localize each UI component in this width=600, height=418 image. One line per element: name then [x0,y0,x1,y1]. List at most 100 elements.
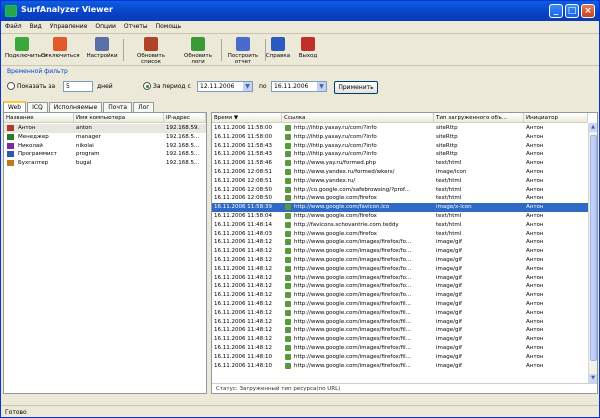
toolbar-button-0[interactable]: Подключиться [5,37,47,65]
from-date-picker[interactable]: 12.11.2006 ▼ [197,81,253,92]
log-cell: http://www.google.com/firefox [294,213,377,219]
browser-icon [285,257,291,263]
log-row[interactable]: 16.11.2006 11:48:12 http://www.google.com… [212,247,588,256]
menu-item-5[interactable]: Помощь [152,21,186,32]
log-cell: http://www.google.com/images/firefox/fil… [294,318,411,325]
apply-button[interactable]: Применить [334,81,378,94]
users-col-ip[interactable]: IP-адрес [164,113,206,123]
log-cell: Антон [526,221,544,228]
log-cell: 16.11.2006 12:08:50 [214,195,272,202]
log-row[interactable]: 16.11.2006 12:08:50 http://www.google.com… [212,194,588,203]
log-row[interactable]: 16.11.2006 12:08:51 http://www.yandex.ru/… [212,177,588,186]
log-row[interactable]: 16.11.2006 11:58:00 http://ihtip.yaxay.ru… [212,124,588,133]
refresh-list-icon [144,37,158,51]
log-row[interactable]: 16.11.2006 11:48:12 http://www.google.com… [212,344,588,353]
log-row[interactable]: 16.11.2006 11:48:12 http://www.google.com… [212,256,588,265]
log-row[interactable]: 16.11.2006 11:58:04 http://www.google.com… [212,212,588,221]
scroll-thumb[interactable] [590,135,597,361]
log-row[interactable]: 16.11.2006 12:08:50 http://co.google.com/… [212,186,588,195]
log-row[interactable]: 16.11.2006 11:48:12 http://www.google.com… [212,291,588,300]
log-col-initiator[interactable]: Инициатор [524,113,588,123]
log-row[interactable]: 16.11.2006 11:48:12 http://www.google.com… [212,238,588,247]
users-header: Название Имя компьютера IP-адрес [4,113,206,123]
log-row[interactable]: 16.11.2006 11:48:12 http://www.google.com… [212,265,588,274]
log-cell: siteRttp [436,133,458,140]
log-row[interactable]: 16.11.2006 12:08:51 http://www.yandex.ru/… [212,168,588,177]
days-spinner[interactable]: 5 [63,81,93,92]
browser-icon [285,177,291,184]
status-bar: Готово [1,405,599,417]
toolbar-button-6[interactable]: Справка [265,37,291,65]
log-cell: Антон [526,318,544,325]
user-row[interactable]: Программист program 192.168.5... [4,150,206,159]
browser-icon [285,213,291,219]
user-cell: 192.168.5... [166,142,200,149]
log-row[interactable]: 16.11.2006 11:48:10 http://www.google.com… [212,362,588,371]
log-cell: text/html [436,221,462,228]
log-cell: siteRttp [436,125,458,131]
user-row[interactable]: Николай nikolai 192.168.5... [4,142,206,151]
menu-item-3[interactable]: Опции [91,21,120,32]
user-cell: Программист [18,151,57,158]
period-radio[interactable] [143,82,151,90]
toolbar-label-2: Настройки [86,53,118,59]
menu-item-4[interactable]: Отчеты [120,21,152,32]
log-cell: http://www.google.com/favicon.ico [294,204,390,211]
maximize-button[interactable]: □ [565,4,579,18]
toolbar-button-3[interactable]: Обновить список [129,37,173,65]
log-row[interactable]: 16.11.2006 11:58:43 http://ihtip.yaxay.ru… [212,150,588,159]
toolbar-button-4[interactable]: Обновить логи [177,37,219,65]
menu-item-0[interactable]: Файл [1,21,26,32]
log-row[interactable]: 16.11.2006 11:58:39 http://www.google.com… [212,203,588,212]
log-row[interactable]: 16.11.2006 11:48:12 http://www.google.com… [212,326,588,335]
show-last-radio[interactable] [7,82,15,90]
browser-icon [285,239,291,246]
log-row[interactable]: 16.11.2006 11:48:12 http://www.google.com… [212,335,588,344]
log-row[interactable]: 16.11.2006 11:48:03 http://www.google.com… [212,230,588,239]
browser-icon [285,195,291,202]
user-cell: 192.168.59. [166,125,200,131]
to-date-picker[interactable]: 16.11.2006 ▼ [271,81,327,92]
minimize-button[interactable]: _ [549,4,563,18]
log-row[interactable]: 16.11.2006 11:58:46 http://www.yay.ru/for… [212,159,588,168]
log-row[interactable]: 16.11.2006 11:58:43 http://ihtip.yaxay.ru… [212,142,588,151]
log-row[interactable]: 16.11.2006 11:48:12 http://www.google.com… [212,309,588,318]
log-cell: 16.11.2006 11:48:12 [214,336,272,343]
log-row[interactable]: 16.11.2006 11:48:12 http://www.google.com… [212,318,588,327]
title-bar[interactable]: SurfAnalyzer Viewer _ □ × [1,1,599,21]
log-detail: Статус: Загруженный тип ресурса(по URL) [212,383,597,393]
log-col-url[interactable]: Ссылка [282,113,434,123]
log-row[interactable]: 16.11.2006 11:58:00 http://ihtip.yaxay.ru… [212,133,588,142]
log-cell: image/gif [436,248,462,255]
tab-0[interactable]: Web [3,101,27,112]
toolbar-button-1[interactable]: Отключиться [41,37,80,65]
close-button[interactable]: × [581,4,595,18]
scroll-down-icon[interactable]: ▼ [589,374,597,383]
user-row[interactable]: Антон anton 192.168.59. [4,124,206,133]
toolbar-button-2[interactable]: Настройки [83,37,121,65]
menu-item-1[interactable]: Вид [26,21,46,32]
user-row[interactable]: Бухгалтер bugal 192.168.5... [4,159,206,168]
log-col-time[interactable]: Время ▼ [212,113,282,123]
log-cell: text/html [436,230,462,237]
log-cell: http://www.google.com/images/firefox/fo.… [294,248,412,255]
log-cell: 16.11.2006 12:08:51 [214,177,272,184]
log-row[interactable]: 16.11.2006 11:48:12 http://www.google.com… [212,300,588,309]
log-scrollbar[interactable]: ▲ ▼ [588,123,597,383]
menu-item-2[interactable]: Управление [46,21,92,32]
toolbar-button-5[interactable]: Построить отчет [223,37,263,65]
log-col-type[interactable]: Тип загруженного объ... [434,113,524,123]
log-row[interactable]: 16.11.2006 11:48:12 http://www.google.com… [212,274,588,283]
log-row[interactable]: 16.11.2006 11:48:12 http://www.google.com… [212,282,588,291]
time-filter: Временной фильтр Показать за 5 дней За п… [1,67,599,97]
scroll-up-icon[interactable]: ▲ [589,123,597,132]
log-cell: 16.11.2006 11:48:12 [214,283,272,290]
log-row[interactable]: 16.11.2006 11:48:14 http://favicons.schov… [212,221,588,230]
settings-icon [95,37,109,51]
log-row[interactable]: 16.11.2006 11:48:10 http://www.google.com… [212,353,588,362]
toolbar-button-7[interactable]: Выход [295,37,321,65]
users-col-name[interactable]: Название [4,113,74,123]
users-col-computer[interactable]: Имя компьютера [74,113,164,123]
log-cell: 16.11.2006 11:48:14 [214,221,272,228]
user-row[interactable]: Менеджер manager 192.168.5... [4,133,206,142]
